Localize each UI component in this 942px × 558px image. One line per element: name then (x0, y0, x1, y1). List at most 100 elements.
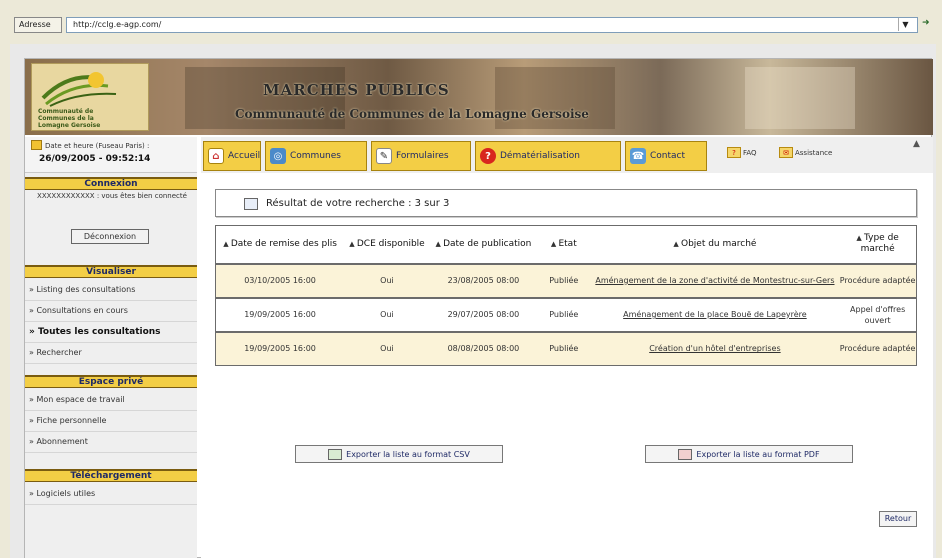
sort-icon: ▲ (223, 239, 231, 248)
page-frame: Communauté de Communes de la Lomagne Ger… (24, 58, 933, 558)
cell-type: Procédure adaptée (839, 262, 917, 298)
sidebar-item-en-cours[interactable]: » Consultations en cours (25, 301, 197, 322)
sidebar-header-connexion: Connexion (25, 177, 197, 190)
sort-icon: ▲ (435, 239, 444, 248)
sidebar-item-abonnement[interactable]: » Abonnement (25, 432, 197, 453)
sidebar-item-fiche[interactable]: » Fiche personnelle (25, 411, 197, 432)
cell-dce: Oui (344, 262, 430, 298)
nav-accueil[interactable]: ⌂ Accueil (203, 141, 261, 171)
csv-icon (328, 448, 343, 460)
nav-label: Dématérialisation (500, 151, 580, 161)
cell-date-pub: 08/08/2005 08:00 (429, 330, 538, 366)
table-row: 03/10/2005 16:00 Oui 23/08/2005 08:00 Pu… (215, 262, 917, 298)
assistance-label: Assistance (795, 148, 833, 157)
datetime-value: 26/09/2005 - 09:52:14 (39, 154, 151, 164)
result-summary: Résultat de votre recherche : 3 sur 3 (215, 189, 917, 217)
nav-contact[interactable]: ☎ Contact (625, 141, 707, 171)
clock-icon (31, 140, 42, 150)
cell-type: Appel d'offres ouvert (839, 296, 917, 332)
logo: Communauté de Communes de la Lomagne Ger… (31, 63, 149, 131)
col-dce[interactable]: ▲ DCE disponible (344, 225, 430, 264)
communes-icon: ◎ (270, 148, 286, 164)
cell-dce: Oui (344, 296, 430, 332)
col-etat[interactable]: ▲ Etat (537, 225, 591, 264)
sidebar-item-toutes[interactable]: » Toutes les consultations (25, 322, 197, 343)
url-input[interactable]: http://cclg.e-agp.com/ (66, 17, 918, 33)
sidebar-header-visualiser: Visualiser (25, 265, 197, 278)
table-header-row: ▲ Date de remise des plis ▲ DCE disponib… (215, 225, 917, 264)
assistance-link[interactable]: ✉ Assistance (779, 147, 832, 158)
sidebar-item-logiciels[interactable]: » Logiciels utiles (25, 484, 197, 505)
nav-label: Contact (650, 151, 686, 161)
export-pdf-button[interactable]: Exporter la liste au format PDF (645, 445, 853, 463)
datetime-box: Date et heure (Fuseau Paris) : 26/09/200… (25, 137, 197, 173)
cell-objet-link[interactable]: Aménagement de la place Bouë de Lapeyrèr… (590, 296, 840, 332)
cell-date-remise: 19/09/2005 16:00 (215, 330, 345, 366)
nav-label: Formulaires (396, 151, 449, 161)
home-icon: ⌂ (208, 148, 224, 164)
banner: Communauté de Communes de la Lomagne Ger… (25, 59, 933, 135)
export-csv-button[interactable]: Exporter la liste au format CSV (295, 445, 503, 463)
sort-icon: ▲ (856, 234, 865, 243)
export-csv-label: Exporter la liste au format CSV (346, 449, 470, 459)
col-label: Objet du marché (680, 238, 757, 249)
scroll-up-icon[interactable]: ▲ (913, 139, 920, 149)
sidebar-header-espace: Espace privé (25, 375, 197, 388)
logo-text: Communauté de Communes de la Lomagne Ger… (38, 108, 101, 129)
col-label: DCE disponible (356, 238, 425, 249)
chevron-down-icon[interactable]: ▼ (898, 18, 912, 31)
nav-label: Accueil (228, 151, 261, 161)
nav-label: Communes (290, 151, 341, 161)
results-table: ▲ Date de remise des plis ▲ DCE disponib… (215, 225, 917, 366)
cell-date-remise: 03/10/2005 16:00 (215, 262, 345, 298)
sidebar-item-espace-travail[interactable]: » Mon espace de travail (25, 390, 197, 411)
address-label: Adresse (14, 17, 62, 33)
go-arrow-icon[interactable]: ➜ (922, 18, 938, 32)
back-button[interactable]: Retour (879, 511, 917, 527)
contact-icon: ☎ (630, 148, 646, 164)
logout-button[interactable]: Déconnexion (71, 229, 149, 244)
faq-link[interactable]: ? FAQ (727, 147, 757, 158)
cell-date-pub: 23/08/2005 08:00 (429, 262, 538, 298)
table-row: 19/09/2005 16:00 Oui 29/07/2005 08:00 Pu… (215, 296, 917, 332)
col-label: Etat (558, 238, 577, 249)
sidebar: Connexion XXXXXXXXXXXX : vous êtes bien … (25, 173, 197, 558)
sidebar-item-listing[interactable]: » Listing des consultations (25, 280, 197, 301)
col-date-remise[interactable]: ▲ Date de remise des plis (215, 225, 345, 264)
browser-viewport: Communauté de Communes de la Lomagne Ger… (10, 44, 936, 558)
sidebar-item-rechercher[interactable]: » Rechercher (25, 343, 197, 364)
cell-etat: Publiée (537, 296, 591, 332)
cell-date-remise: 19/09/2005 16:00 (215, 296, 345, 332)
nav-formulaires[interactable]: ✎ Formulaires (371, 141, 471, 171)
col-type[interactable]: ▲ Type de marché (839, 225, 917, 264)
page-title: MARCHES PUBLICS (263, 81, 450, 99)
col-label: Date de remise des plis (230, 238, 337, 249)
faq-label: FAQ (743, 148, 757, 157)
col-objet[interactable]: ▲ Objet du marché (590, 225, 840, 264)
nav-communes[interactable]: ◎ Communes (265, 141, 367, 171)
col-label: Type de marché (860, 233, 899, 255)
pdf-icon (678, 448, 693, 460)
cell-objet-link[interactable]: Aménagement de la zone d'activité de Mon… (590, 262, 840, 298)
cell-type: Procédure adaptée (839, 330, 917, 366)
page-subtitle: Communauté de Communes de la Lomagne Ger… (235, 107, 589, 121)
logo-icon (41, 72, 117, 107)
result-icon (244, 198, 258, 210)
export-pdf-label: Exporter la liste au format PDF (696, 449, 820, 459)
nav-dematerialisation[interactable]: ? Dématérialisation (475, 141, 621, 171)
mail-icon: ✉ (779, 147, 793, 158)
sort-icon: ▲ (349, 239, 357, 248)
cell-etat: Publiée (537, 330, 591, 366)
connexion-status: XXXXXXXXXXXX : vous êtes bien connecté (37, 192, 187, 200)
banner-photo (745, 67, 855, 129)
col-label: Date de publication (443, 238, 532, 249)
col-date-pub[interactable]: ▲ Date de publication (429, 225, 538, 264)
dematerialisation-icon: ? (480, 148, 496, 164)
cell-objet-link[interactable]: Création d'un hôtel d'entreprises (590, 330, 840, 366)
sort-icon: ▲ (673, 239, 681, 248)
result-text: Résultat de votre recherche : 3 sur 3 (266, 198, 450, 209)
cell-dce: Oui (344, 330, 430, 366)
browser-address-bar: Adresse http://cclg.e-agp.com/ ▼ ➜ (0, 0, 942, 40)
datetime-label: Date et heure (Fuseau Paris) : (45, 142, 150, 150)
cell-date-pub: 29/07/2005 08:00 (429, 296, 538, 332)
